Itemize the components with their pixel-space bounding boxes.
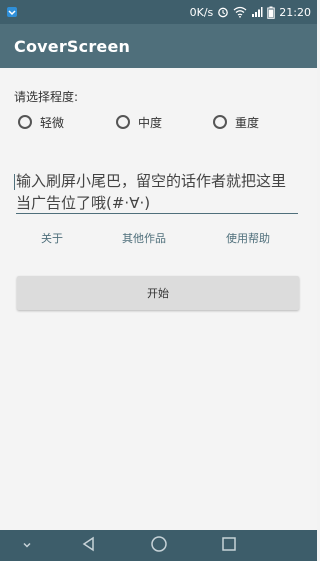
radio-circle[interactable] (18, 115, 32, 129)
tail-text-input[interactable]: 输入刷屏小尾巴，留空的话作者就把这里当广告位了哦(#·∀·) (14, 170, 298, 214)
chevron-down-icon (21, 536, 33, 555)
app-bar: CoverScreen (0, 24, 317, 68)
app-title: CoverScreen (14, 36, 131, 56)
radio-circle[interactable] (213, 115, 227, 129)
status-left (0, 6, 18, 18)
radio-label: 轻微 (40, 115, 65, 130)
about-link[interactable]: 关于 (41, 230, 63, 246)
battery-icon (267, 6, 275, 19)
clock: 21:20 (279, 5, 311, 19)
start-button[interactable]: 开始 (17, 276, 299, 310)
recent-apps-icon (221, 536, 237, 556)
wifi-icon (233, 6, 247, 18)
signal-icon (251, 6, 263, 18)
back-icon (80, 535, 98, 557)
network-speed: 0K/s (189, 5, 214, 19)
radio-label: 中度 (138, 115, 163, 130)
status-bar: 0K/s 21:20 (0, 0, 317, 24)
nav-down-button[interactable] (12, 530, 42, 561)
radio-circle[interactable] (116, 115, 130, 129)
links-row: 关于 其他作品 使用帮助 (0, 230, 317, 248)
radio-heavy[interactable]: 重度 (213, 112, 259, 132)
start-button-label: 开始 (147, 287, 169, 300)
main-content: 请选择程度: 轻微 中度 重度 输入刷屏小尾巴，留空的话作者就把这里当广告位了哦… (0, 68, 317, 530)
other-works-link[interactable]: 其他作品 (122, 230, 166, 246)
status-right: 0K/s 21:20 (190, 6, 317, 19)
radio-label: 重度 (235, 115, 260, 130)
home-icon (150, 535, 168, 557)
degree-radio-group: 轻微 中度 重度 (18, 112, 318, 132)
home-button[interactable] (142, 530, 176, 561)
recent-apps-button[interactable] (212, 530, 246, 561)
help-link[interactable]: 使用帮助 (226, 230, 270, 246)
degree-label: 请选择程度: (14, 90, 79, 104)
navigation-bar (0, 530, 317, 561)
notification-icon (6, 6, 18, 18)
alarm-icon (217, 6, 229, 18)
back-button[interactable] (72, 530, 106, 561)
text-cursor (14, 174, 15, 190)
radio-light[interactable]: 轻微 (18, 112, 64, 132)
tail-input-placeholder: 输入刷屏小尾巴，留空的话作者就把这里当广告位了哦(#·∀·) (16, 172, 287, 212)
radio-medium[interactable]: 中度 (116, 112, 162, 132)
